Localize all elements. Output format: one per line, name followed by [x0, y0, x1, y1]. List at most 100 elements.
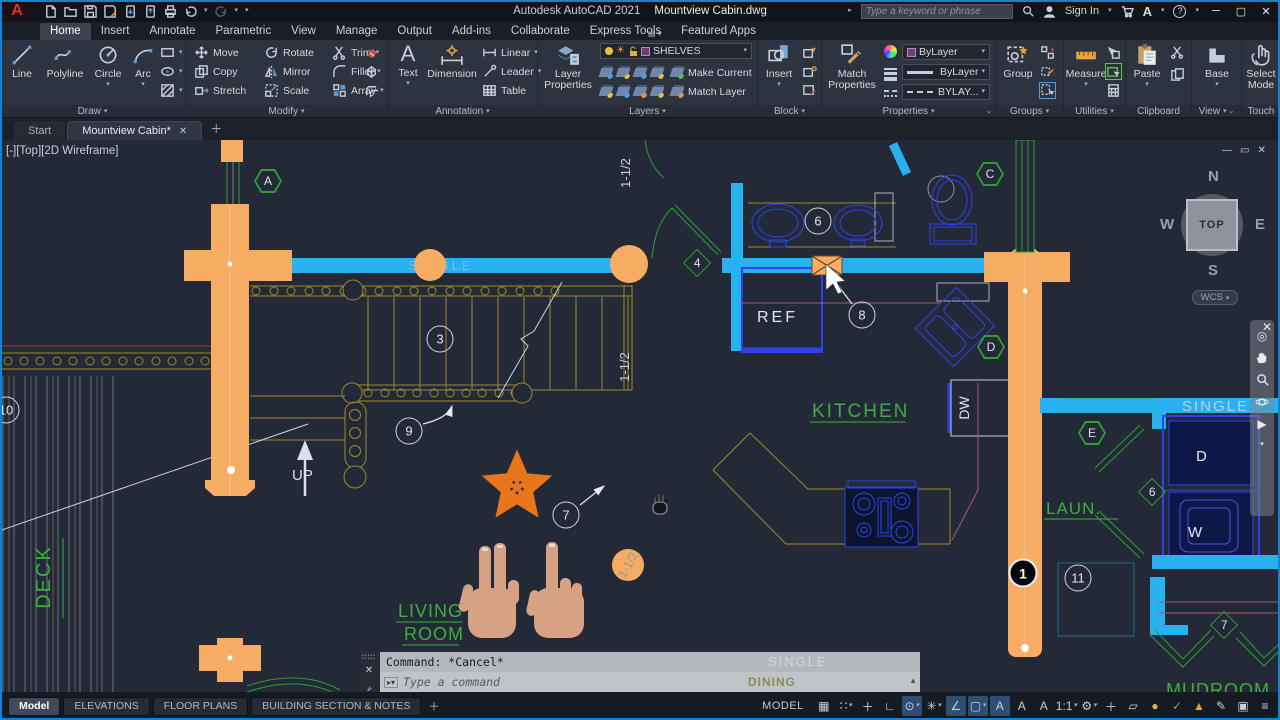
layer-freeze-icon[interactable] — [633, 68, 648, 77]
pan-tool-icon[interactable] — [1256, 351, 1269, 364]
select-point-button[interactable] — [1106, 44, 1121, 61]
autocad-logo[interactable]: A — [0, 0, 34, 22]
panel-title-clipboard[interactable]: Clipboard — [1126, 105, 1191, 118]
annotation-scale-button[interactable]: 1:1▾ — [1056, 696, 1077, 716]
viewcube-east[interactable]: E — [1255, 216, 1265, 233]
annotation-autoscale-icon[interactable]: A — [1012, 696, 1032, 716]
tab-manage[interactable]: Manage — [326, 23, 388, 40]
tab-collaborate[interactable]: Collaborate — [501, 23, 580, 40]
stretch-button[interactable]: Stretch — [194, 82, 246, 99]
group-selection-button[interactable] — [1040, 82, 1055, 99]
navbar-close-icon[interactable]: ✕ — [1262, 321, 1272, 333]
command-history[interactable]: Command: *Cancel* SINGLE — [380, 652, 920, 672]
id-point-button[interactable] — [1106, 63, 1121, 80]
tab-parametric[interactable]: Parametric — [206, 23, 282, 40]
make-current-button[interactable]: Make Current — [688, 67, 752, 79]
panel-title-properties[interactable]: Properties▾⌄ — [822, 105, 995, 118]
ortho-toggle-icon[interactable]: ∟ — [880, 696, 900, 716]
drawing-area[interactable]: SINGLE — [0, 140, 1280, 692]
new-layout-icon[interactable]: ＋ — [428, 698, 439, 714]
layer-unisolate-icon[interactable] — [633, 87, 648, 96]
autodesk-app-icon[interactable]: A — [1143, 4, 1152, 19]
save-icon[interactable] — [84, 5, 97, 18]
arc-button[interactable]: Arc▾ — [128, 42, 158, 104]
command-scroll-icon[interactable]: ▲ — [909, 676, 917, 685]
copy-button[interactable]: Copy — [194, 63, 238, 80]
orbit-tool-icon[interactable] — [1255, 395, 1269, 409]
file-tab-document[interactable]: Mountview Cabin*✕ — [67, 121, 202, 140]
panel-title-annotation[interactable]: Annotation▾ — [388, 105, 537, 118]
layer-dropdown-arrow[interactable]: ▾ — [743, 48, 747, 54]
base-button[interactable]: Base▾ — [1200, 42, 1234, 104]
panel-title-utilities[interactable]: Utilities▾ — [1064, 105, 1125, 118]
save-to-web-icon[interactable] — [144, 5, 157, 18]
annotation-visibility-icon[interactable]: A — [990, 696, 1010, 716]
move-button[interactable]: Move — [194, 44, 239, 61]
polar-tracking-icon[interactable]: ⊙▾ — [902, 696, 922, 716]
layer-isolate-icon[interactable] — [616, 68, 631, 77]
offset-button[interactable] — [364, 82, 379, 99]
explode-button[interactable] — [364, 63, 379, 80]
panel-title-layers[interactable]: Layers▾ — [538, 105, 757, 118]
wcs-dropdown[interactable]: WCS▾ — [1192, 290, 1238, 305]
object-snap-icon[interactable]: ▢▾ — [968, 696, 988, 716]
graphics-performance-icon[interactable]: ✓ — [1167, 696, 1187, 716]
layer-off-icon[interactable] — [599, 68, 614, 77]
rotate-button[interactable]: Rotate — [264, 44, 314, 61]
tab-insert[interactable]: Insert — [91, 23, 140, 40]
linetype-dropdown[interactable]: BYLAY...▾ — [902, 84, 990, 100]
select-mode-button[interactable]: Select Mode — [1244, 42, 1278, 104]
autodesk-app-dropdown[interactable]: ▾ — [1161, 8, 1165, 14]
layout-tab-building-section[interactable]: BUILDING SECTION & NOTES — [251, 697, 421, 716]
layer-lock-icon[interactable] — [650, 68, 665, 77]
ribbon-display-toggle-icon[interactable]: ▤ ▾ — [648, 29, 662, 38]
panel-title-draw[interactable]: Draw▾ — [0, 105, 185, 118]
sign-in-button[interactable]: Sign In — [1065, 5, 1099, 17]
hatch-tool-button[interactable]: ▾ — [160, 82, 183, 99]
viewcube-top-face[interactable]: TOP — [1186, 199, 1238, 251]
layer-thaw-all-icon[interactable] — [616, 87, 631, 96]
vp-close-icon[interactable]: ✕ — [1257, 145, 1265, 156]
viewcube-north[interactable]: N — [1208, 168, 1219, 185]
close-file-tab-icon[interactable]: ✕ — [179, 126, 187, 137]
copy-clip-button[interactable] — [1170, 66, 1185, 83]
layer-dropdown[interactable]: ☀ SHELVES ▾ — [600, 43, 752, 59]
store-cart-icon[interactable] — [1121, 5, 1134, 18]
block-attributes-button[interactable] — [802, 82, 817, 99]
line-button[interactable]: Line — [4, 42, 40, 104]
write-block-button[interactable] — [802, 63, 817, 80]
dimension-button[interactable]: Dimension — [426, 42, 478, 104]
minimize-button[interactable]: ─ — [1208, 5, 1224, 17]
match-layer-icon[interactable] — [670, 87, 685, 96]
undo-dropdown[interactable]: ▾ — [204, 8, 208, 14]
group-button[interactable]: Group — [1000, 42, 1036, 104]
make-current-icon[interactable] — [670, 68, 685, 77]
erase-button[interactable] — [364, 44, 379, 61]
layout-tab-floor-plans[interactable]: FLOOR PLANS — [153, 697, 249, 716]
measure-button[interactable]: Measure▾ — [1066, 42, 1106, 104]
panel-title-groups[interactable]: Groups▾ — [996, 105, 1063, 118]
navigation-bar[interactable]: ✕ ◎ ▶ ▾ — [1250, 320, 1274, 516]
command-window[interactable]: •••••••••• ✕ Command: *Cancel* SINGLE ▸▾… — [358, 652, 920, 692]
model-space-badge[interactable]: MODEL — [762, 700, 804, 712]
properties-expander-icon[interactable]: ⌄ — [986, 109, 992, 115]
floor-plan-canvas[interactable]: SINGLE — [0, 140, 1280, 692]
table-button[interactable]: Table — [482, 82, 526, 99]
mirror-button[interactable]: Mirror — [264, 63, 310, 80]
tab-featured-apps[interactable]: Featured Apps — [671, 23, 766, 40]
viewcube-south[interactable]: S — [1208, 262, 1218, 279]
grid-toggle-icon[interactable]: ▦ — [814, 696, 834, 716]
viewcube-west[interactable]: W — [1160, 216, 1174, 233]
qat-customize-icon[interactable]: ▾ — [245, 8, 249, 14]
layer-on-all-icon[interactable] — [599, 87, 614, 96]
report-pencil-icon[interactable]: ✎ — [1211, 696, 1231, 716]
color-dropdown[interactable]: ByLayer▾ — [902, 44, 990, 60]
drag-handle-icon[interactable]: •••••••••• — [362, 655, 376, 661]
insert-button[interactable]: Insert▾ — [761, 42, 797, 104]
command-input[interactable]: ▸▾ Type a command DINING ▲ — [380, 672, 920, 692]
annotation-monitor-icon[interactable]: ＋ — [1101, 696, 1121, 716]
new-drawing-tab-icon[interactable]: ＋ — [210, 120, 222, 140]
circle-button[interactable]: Circle▾ — [90, 42, 126, 104]
panel-title-block[interactable]: Block▾ — [758, 105, 821, 118]
command-prompt-icon[interactable]: ▸▾ — [384, 677, 398, 688]
